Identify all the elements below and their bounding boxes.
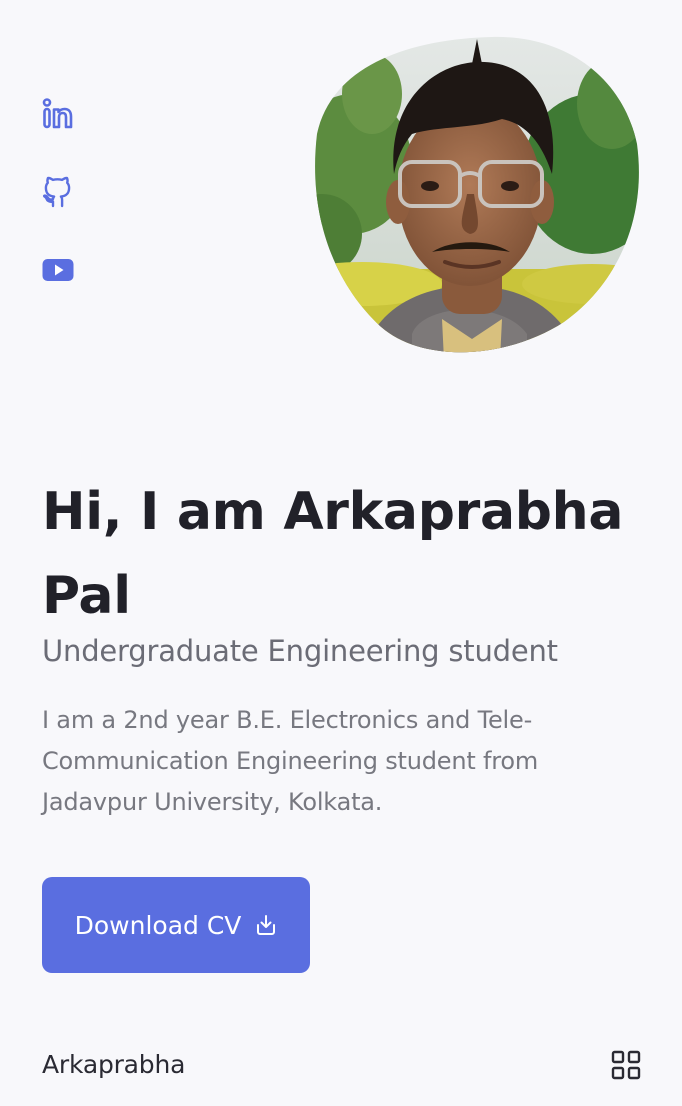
youtube-link[interactable] [40, 252, 80, 292]
linkedin-icon [42, 98, 73, 129]
youtube-icon [42, 259, 74, 281]
hero-title: Hi, I am Arkaprabha Pal [42, 482, 624, 626]
download-cv-label: Download CV [74, 910, 242, 940]
footer-logo-name[interactable]: Arkaprabha [42, 1050, 185, 1079]
hero-description: I am a 2nd year B.E. Electronics and Tel… [42, 706, 539, 816]
grid-menu-icon[interactable] [611, 1050, 641, 1080]
github-icon [42, 176, 71, 208]
github-link[interactable] [40, 174, 80, 214]
profile-photo [315, 36, 639, 353]
download-icon [255, 914, 277, 936]
linkedin-link[interactable] [40, 96, 80, 136]
social-links [40, 96, 80, 330]
hero-subtitle: Undergraduate Engineering student [42, 634, 558, 668]
download-cv-button[interactable]: Download CV [42, 877, 310, 973]
